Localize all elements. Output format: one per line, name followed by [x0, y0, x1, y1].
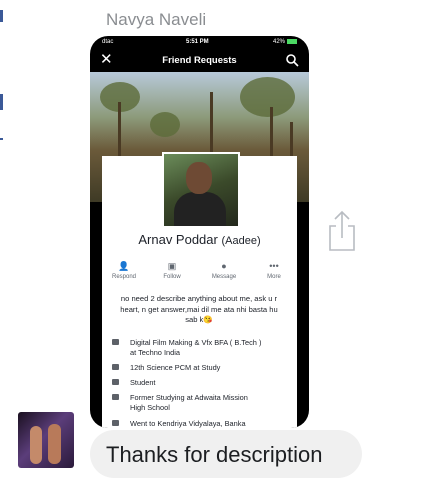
- education-icon: [112, 339, 119, 345]
- education-icon: [112, 364, 119, 370]
- more-icon: •••: [269, 261, 279, 271]
- nav-bar: ✕ Friend Requests: [90, 50, 309, 72]
- follow-button: ▣ Follow: [150, 261, 194, 280]
- profile-nickname: (Aadee): [221, 235, 261, 247]
- education-icon: [112, 379, 119, 385]
- follow-icon: ▣: [167, 261, 177, 271]
- info-text: Former Studying at Adwaita Mission: [130, 393, 248, 402]
- follow-label: Follow: [163, 274, 181, 280]
- sender-name: Navya Naveli: [106, 10, 207, 29]
- battery-indicator: 42%: [273, 39, 297, 45]
- search-icon: [286, 54, 299, 67]
- left-accent: [0, 0, 3, 482]
- profile-name: Arnav Poddar (Aadee): [90, 232, 309, 247]
- info-text: at Techno India: [130, 348, 180, 357]
- info-text: Digital Film Making & Vfx BFA ( B.Tech ): [130, 338, 262, 347]
- bio-line: sab k😘: [185, 315, 213, 324]
- status-bar: dtac 5:51 PM 42%: [90, 36, 309, 48]
- shared-screenshot[interactable]: dtac 5:51 PM 42% ✕ Friend Requests Arnav…: [90, 36, 309, 428]
- messenger-icon: ●: [221, 261, 227, 271]
- nav-title: Friend Requests: [162, 55, 237, 66]
- user-avatar[interactable]: [18, 412, 74, 468]
- share-icon[interactable]: [326, 210, 358, 252]
- info-text: Went to Kendriya Vidyalaya, Banka: [130, 419, 246, 428]
- info-text: 12th Science PCM at Study: [130, 363, 221, 372]
- message-button: ● Message: [202, 261, 246, 280]
- message-label: Message: [211, 274, 237, 280]
- profile-actions: 👤 Respond ▣ Follow ● Message ••• More: [110, 261, 290, 287]
- status-time: 5:51 PM: [186, 39, 209, 45]
- message-bubble[interactable]: Thanks for description: [90, 430, 362, 478]
- bio-line: no need 2 describe anything about me, as…: [120, 294, 278, 303]
- bio-line: heart, n get answer,mai dil me ata nhi b…: [120, 304, 278, 314]
- respond-button: 👤 Respond: [102, 261, 146, 280]
- carrier-label: dtac: [102, 39, 114, 45]
- more-label: More: [267, 274, 281, 280]
- more-button: ••• More: [252, 261, 296, 280]
- message-text: Thanks for description: [106, 442, 323, 467]
- person-check-icon: 👤: [118, 261, 130, 271]
- profile-picture: [162, 152, 240, 228]
- profile-bio: no need 2 describe anything about me, as…: [110, 294, 288, 326]
- education-icon: [112, 394, 119, 400]
- info-text: High School: [130, 403, 170, 412]
- battery-percent: 42%: [272, 39, 285, 46]
- education-icon: [112, 420, 119, 426]
- respond-label: Respond: [111, 274, 137, 280]
- info-text: Student: [130, 378, 156, 387]
- battery-icon: [287, 39, 297, 44]
- profile-name-text: Arnav Poddar: [138, 232, 218, 247]
